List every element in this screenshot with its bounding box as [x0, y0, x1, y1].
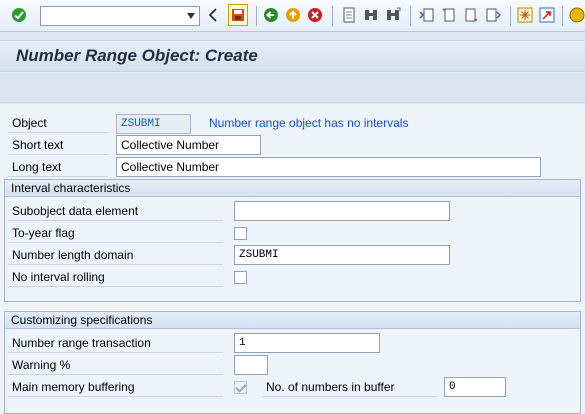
no-interval-rolling-checkbox[interactable] [234, 271, 247, 284]
number-length-domain-label: Number length domain [8, 246, 223, 265]
form-area: Object ZSUBMI Number range object has no… [0, 104, 585, 414]
no-interval-rolling-label: No interval rolling [8, 268, 223, 287]
create-session-icon[interactable] [516, 6, 534, 24]
print-icon[interactable] [340, 6, 358, 24]
short-text-label: Short text [8, 136, 108, 155]
command-dropdown-icon[interactable] [185, 9, 197, 23]
subobject-label: Subobject data element [8, 202, 223, 221]
number-range-transaction-field[interactable]: 1 [234, 333, 380, 353]
command-field[interactable] [40, 6, 200, 26]
numbers-in-buffer-field[interactable]: 0 [444, 377, 506, 397]
previous-page-icon[interactable] [440, 6, 458, 24]
numbers-in-buffer-label: No. of numbers in buffer [262, 378, 437, 397]
subobject-field[interactable] [234, 201, 450, 221]
group-title: Interval characteristics [5, 180, 580, 197]
number-length-domain-field[interactable]: ZSUBMI [234, 245, 450, 265]
enter-icon[interactable] [10, 6, 28, 24]
back-nav-icon[interactable] [262, 6, 280, 24]
find-next-icon[interactable] [384, 6, 402, 24]
last-page-icon[interactable] [484, 6, 502, 24]
object-field: ZSUBMI [116, 114, 191, 134]
short-text-field[interactable]: Collective Number [116, 135, 261, 155]
command-input[interactable] [41, 7, 181, 25]
save-icon[interactable] [228, 4, 248, 26]
shortcut-icon[interactable] [538, 6, 556, 24]
number-range-transaction-label: Number range transaction [8, 334, 223, 353]
object-status-message: Number range object has no intervals [209, 116, 409, 130]
next-page-icon[interactable] [462, 6, 480, 24]
system-toolbar [0, 0, 585, 32]
exit-icon[interactable] [284, 6, 302, 24]
find-icon[interactable] [362, 6, 380, 24]
back-icon[interactable] [204, 6, 222, 24]
warning-percent-field[interactable] [234, 355, 268, 375]
main-memory-buffering-checkbox [234, 381, 247, 394]
title-bar: Number Range Object: Create [0, 40, 585, 72]
group-title: Customizing specifications [5, 312, 580, 329]
application-toolbar [0, 73, 585, 103]
help-icon[interactable] [568, 6, 585, 24]
page-title: Number Range Object: Create [16, 46, 258, 65]
to-year-flag-checkbox[interactable] [234, 227, 247, 240]
object-label: Object [8, 114, 108, 133]
long-text-field[interactable]: Collective Number [116, 157, 541, 177]
long-text-label: Long text [8, 158, 108, 177]
to-year-flag-label: To-year flag [8, 224, 223, 243]
warning-percent-label: Warning % [8, 356, 223, 375]
cancel-icon[interactable] [306, 6, 324, 24]
first-page-icon[interactable] [418, 6, 436, 24]
main-memory-buffering-label: Main memory buffering [8, 378, 223, 397]
